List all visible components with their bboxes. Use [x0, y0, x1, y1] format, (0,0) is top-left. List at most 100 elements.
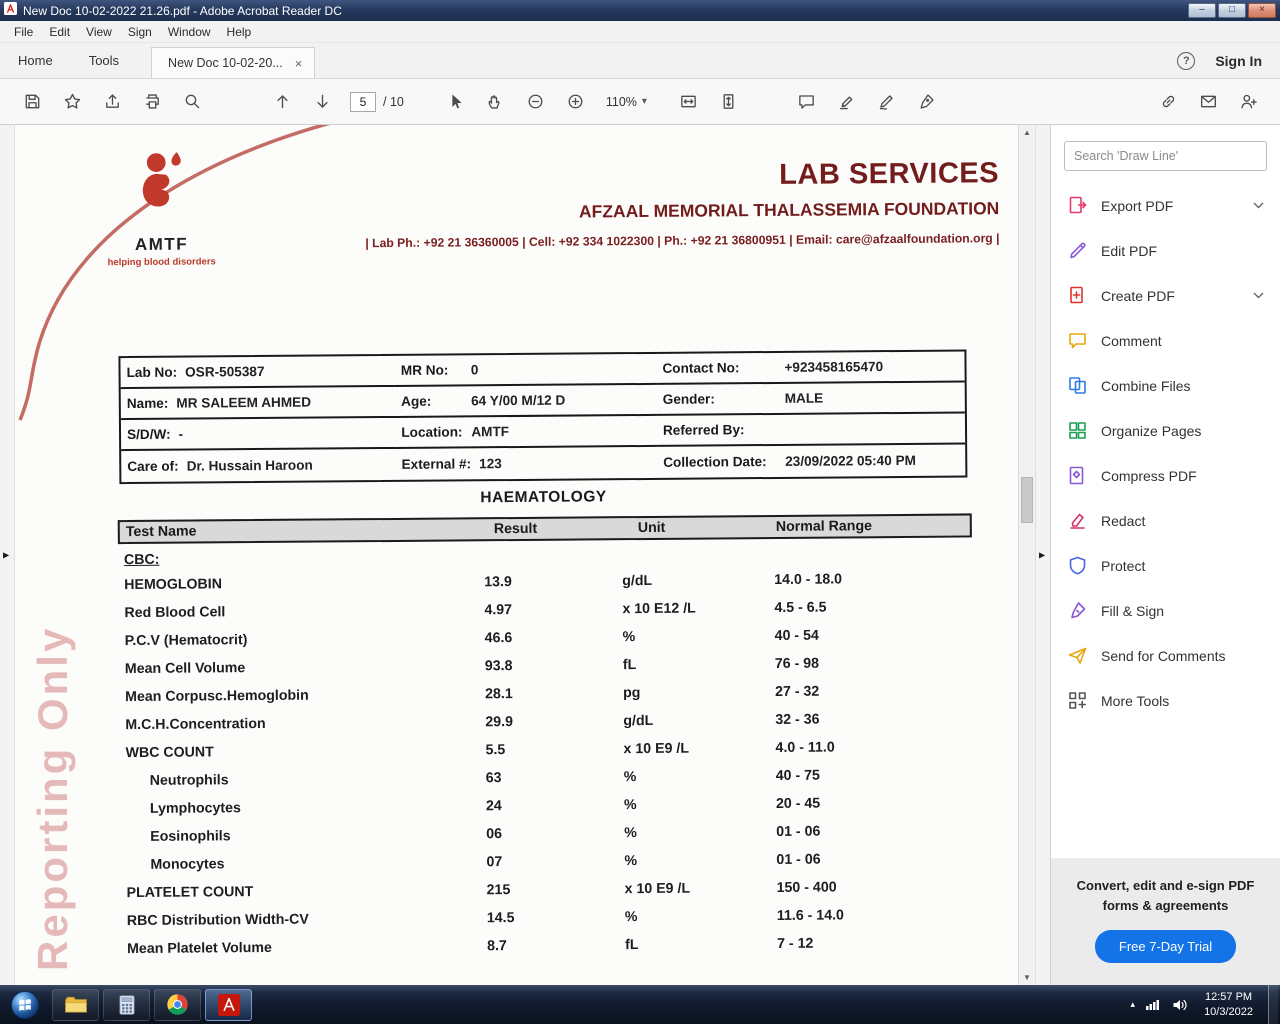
save-button[interactable]	[12, 86, 52, 118]
patient-location: Location: AMTF	[395, 415, 658, 449]
fit-page-button[interactable]	[709, 86, 749, 118]
protect-shield-icon	[1069, 556, 1086, 575]
menu-sign[interactable]: Sign	[120, 22, 160, 42]
toolbar: / 10 110% ▾	[0, 79, 1280, 125]
comment-tool-button[interactable]	[787, 86, 827, 118]
tools-panel-item-fill-sign[interactable]: Fill & Sign	[1051, 588, 1280, 633]
patient-name: Name: MR SALEEM AHMED	[120, 386, 396, 421]
title-bar: New Doc 10-02-2022 21.26.pdf - Adobe Acr…	[0, 0, 1280, 21]
tools-panel-item-redact[interactable]: Redact	[1051, 498, 1280, 543]
calculator-icon	[118, 994, 135, 1015]
table-row: Mean Platelet Volume 8.7 fL 7 - 12	[127, 935, 814, 958]
open-nav-pane-arrow-icon[interactable]: ▶	[3, 551, 9, 560]
find-button[interactable]	[172, 86, 212, 118]
select-tool-button[interactable]	[436, 86, 476, 118]
taskbar-calculator[interactable]	[103, 988, 150, 1021]
patient-sdw: S/D/W: -	[120, 417, 396, 452]
tools-panel-item-edit-pdf[interactable]: Edit PDF	[1051, 228, 1280, 273]
scrollbar-thumb[interactable]	[1021, 477, 1033, 523]
minimize-button[interactable]: –	[1188, 3, 1216, 18]
help-icon[interactable]: ?	[1177, 51, 1196, 70]
fit-width-button[interactable]	[669, 86, 709, 118]
print-icon	[145, 94, 159, 109]
tools-panel-item-comment[interactable]: Comment	[1051, 318, 1280, 363]
tool-item-label: Organize Pages	[1101, 422, 1202, 439]
start-button[interactable]	[0, 985, 50, 1024]
email-button[interactable]	[1188, 86, 1228, 118]
folder-icon	[64, 996, 87, 1013]
share-button[interactable]	[92, 86, 132, 118]
tools-search-input[interactable]	[1064, 141, 1267, 171]
close-button[interactable]: ×	[1248, 3, 1276, 18]
taskbar-chrome[interactable]	[154, 988, 201, 1021]
save-icon	[25, 94, 39, 109]
tab-home[interactable]: Home	[0, 43, 71, 78]
menu-view[interactable]: View	[78, 22, 120, 42]
network-icon[interactable]	[1144, 996, 1162, 1014]
vertical-scrollbar[interactable]: ▲ ▼	[1018, 125, 1035, 985]
scroll-down-icon[interactable]: ▼	[1019, 973, 1035, 982]
page-number-input[interactable]	[350, 91, 376, 112]
zoom-in-button[interactable]	[556, 86, 596, 118]
clock-time: 12:57 PM	[1204, 990, 1253, 1003]
foundation-name: AFZAAL MEMORIAL THALASSEMIA FOUNDATION	[578, 198, 1000, 222]
tools-panel-item-create-pdf[interactable]: Create PDF	[1051, 273, 1280, 318]
zoom-level-control[interactable]: 110% ▾	[606, 95, 647, 109]
print-button[interactable]	[132, 86, 172, 118]
add-account-button[interactable]	[1228, 86, 1268, 118]
document-viewer: Reporting Only AMTF helping blood disord…	[15, 125, 1050, 985]
maximize-button[interactable]: □	[1218, 3, 1246, 18]
cursor-icon	[452, 94, 462, 109]
sign-tool-button[interactable]	[867, 86, 907, 118]
tab-document[interactable]: New Doc 10-02-20... ×	[151, 47, 316, 78]
collapse-tools-arrow-icon[interactable]: ▶	[1039, 551, 1045, 560]
zoom-level-label: 110%	[605, 94, 637, 109]
compress-pdf-icon	[1069, 466, 1084, 485]
next-page-button[interactable]	[302, 86, 342, 118]
taskbar-file-explorer[interactable]	[52, 988, 99, 1021]
taskbar-clock[interactable]: 12:57 PM 10/3/2022	[1198, 990, 1259, 1020]
menu-window[interactable]: Window	[160, 22, 219, 42]
hand-tool-button[interactable]	[476, 86, 516, 118]
tools-panel-item-compress-pdf[interactable]: Compress PDF	[1051, 453, 1280, 498]
chevron-down-icon[interactable]	[1253, 292, 1264, 299]
amtf-logo-figure	[142, 152, 181, 207]
share-link-button[interactable]	[1148, 86, 1188, 118]
menu-file[interactable]: File	[6, 22, 41, 42]
menu-help[interactable]: Help	[219, 22, 260, 42]
tools-panel-item-more-tools[interactable]: More Tools	[1051, 678, 1280, 723]
zoom-out-button[interactable]	[516, 86, 556, 118]
tools-panel-item-combine-files[interactable]: Combine Files	[1051, 363, 1280, 408]
patient-external: External #: 123	[401, 456, 502, 472]
chevron-down-icon[interactable]	[1253, 202, 1264, 209]
pdf-page: Reporting Only AMTF helping blood disord…	[15, 125, 1018, 985]
volume-icon[interactable]	[1171, 996, 1189, 1014]
free-trial-button[interactable]: Free 7-Day Trial	[1094, 930, 1237, 963]
tab-tools[interactable]: Tools	[71, 43, 137, 78]
tools-panel-item-protect[interactable]: Protect	[1051, 543, 1280, 588]
tool-item-label: Protect	[1101, 557, 1146, 574]
combine-files-icon	[1069, 377, 1086, 394]
stamp-tool-button[interactable]	[907, 86, 947, 118]
report-header: LAB SERVICES AFZAAL MEMORIAL THALASSEMIA…	[365, 157, 1000, 250]
previous-page-button[interactable]	[262, 86, 302, 118]
tools-panel-item-organize-pages[interactable]: Organize Pages	[1051, 408, 1280, 453]
tab-document-label: New Doc 10-02-20...	[168, 56, 283, 70]
scroll-up-icon[interactable]: ▲	[1019, 128, 1035, 137]
tools-panel-item-send-for-comments[interactable]: Send for Comments	[1051, 633, 1280, 678]
menu-edit[interactable]: Edit	[41, 22, 78, 42]
sign-in-button[interactable]: Sign In	[1215, 53, 1262, 69]
windows-start-icon	[10, 990, 40, 1019]
tool-item-label: Redact	[1101, 512, 1146, 529]
show-desktop-button[interactable]	[1268, 985, 1278, 1024]
tab-close-icon[interactable]: ×	[295, 56, 303, 71]
favorites-button[interactable]	[52, 86, 92, 118]
tools-list: Export PDF Edit PDF Create PDF Comment C…	[1051, 179, 1280, 723]
envelope-icon	[1200, 95, 1216, 108]
tab-bar: Home Tools New Doc 10-02-20... × ? Sign …	[0, 43, 1280, 79]
fit-page-icon	[723, 94, 734, 109]
taskbar-acrobat-active[interactable]	[205, 988, 252, 1021]
highlight-tool-button[interactable]	[827, 86, 867, 118]
tools-panel-item-export-pdf[interactable]: Export PDF	[1051, 183, 1280, 228]
tray-expand-icon[interactable]: ▴	[1131, 999, 1136, 1010]
